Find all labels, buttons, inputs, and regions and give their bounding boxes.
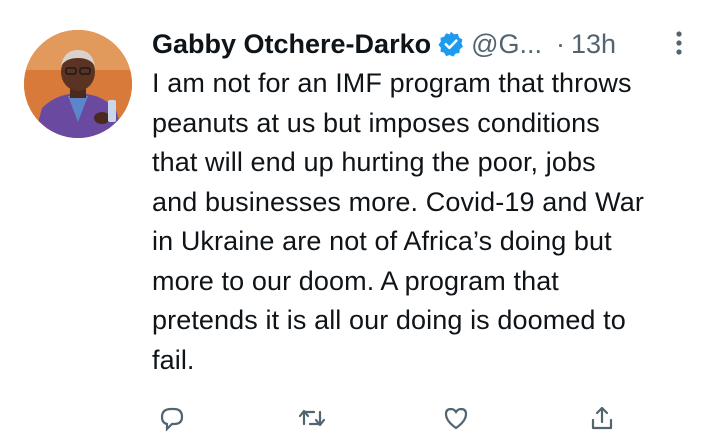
tweet-text: I am not for an IMF program that throws … <box>152 64 700 380</box>
retweet-icon <box>298 409 326 427</box>
tweet-header: Gabby Otchere-Darko @G... · 13h <box>152 24 692 64</box>
tweet-actions <box>152 398 712 432</box>
avatar[interactable] <box>24 30 132 138</box>
tweet-text-line: I am not for an IMF program that throws <box>152 68 632 98</box>
reply-button[interactable] <box>158 398 186 432</box>
tweet-text-line: peanuts at us but imposes conditions <box>152 107 600 138</box>
separator-dot: · <box>556 28 566 59</box>
share-button[interactable] <box>588 398 616 430</box>
tweet-text-line: pretends it is all our doing is doomed t… <box>152 305 626 335</box>
tweet-text-line: fail. <box>152 344 195 375</box>
like-button[interactable] <box>442 398 470 430</box>
avatar-photo <box>24 30 132 138</box>
author-handle[interactable]: @G... <box>471 29 542 60</box>
tweet-text-line: that will end up hurting the poor, jobs <box>152 147 596 177</box>
timestamp[interactable]: 13h <box>571 29 616 60</box>
retweet-button[interactable] <box>298 398 326 427</box>
share-icon <box>591 406 613 430</box>
tweet-card[interactable]: Gabby Otchere-Darko @G... · 13h I am not… <box>0 0 720 432</box>
author-name[interactable]: Gabby Otchere-Darko <box>152 29 431 60</box>
verified-badge-icon <box>438 31 463 57</box>
reply-icon <box>160 407 184 432</box>
tweet-text-line: more to our doom. A program that <box>152 265 559 296</box>
tweet-text-line: and businesses more. Covid-19 and War <box>152 186 644 217</box>
tweet-text-line: in Ukraine are not of Africa’s doing but <box>152 226 612 256</box>
more-vertical-icon[interactable] <box>672 30 686 56</box>
like-icon <box>444 407 468 430</box>
